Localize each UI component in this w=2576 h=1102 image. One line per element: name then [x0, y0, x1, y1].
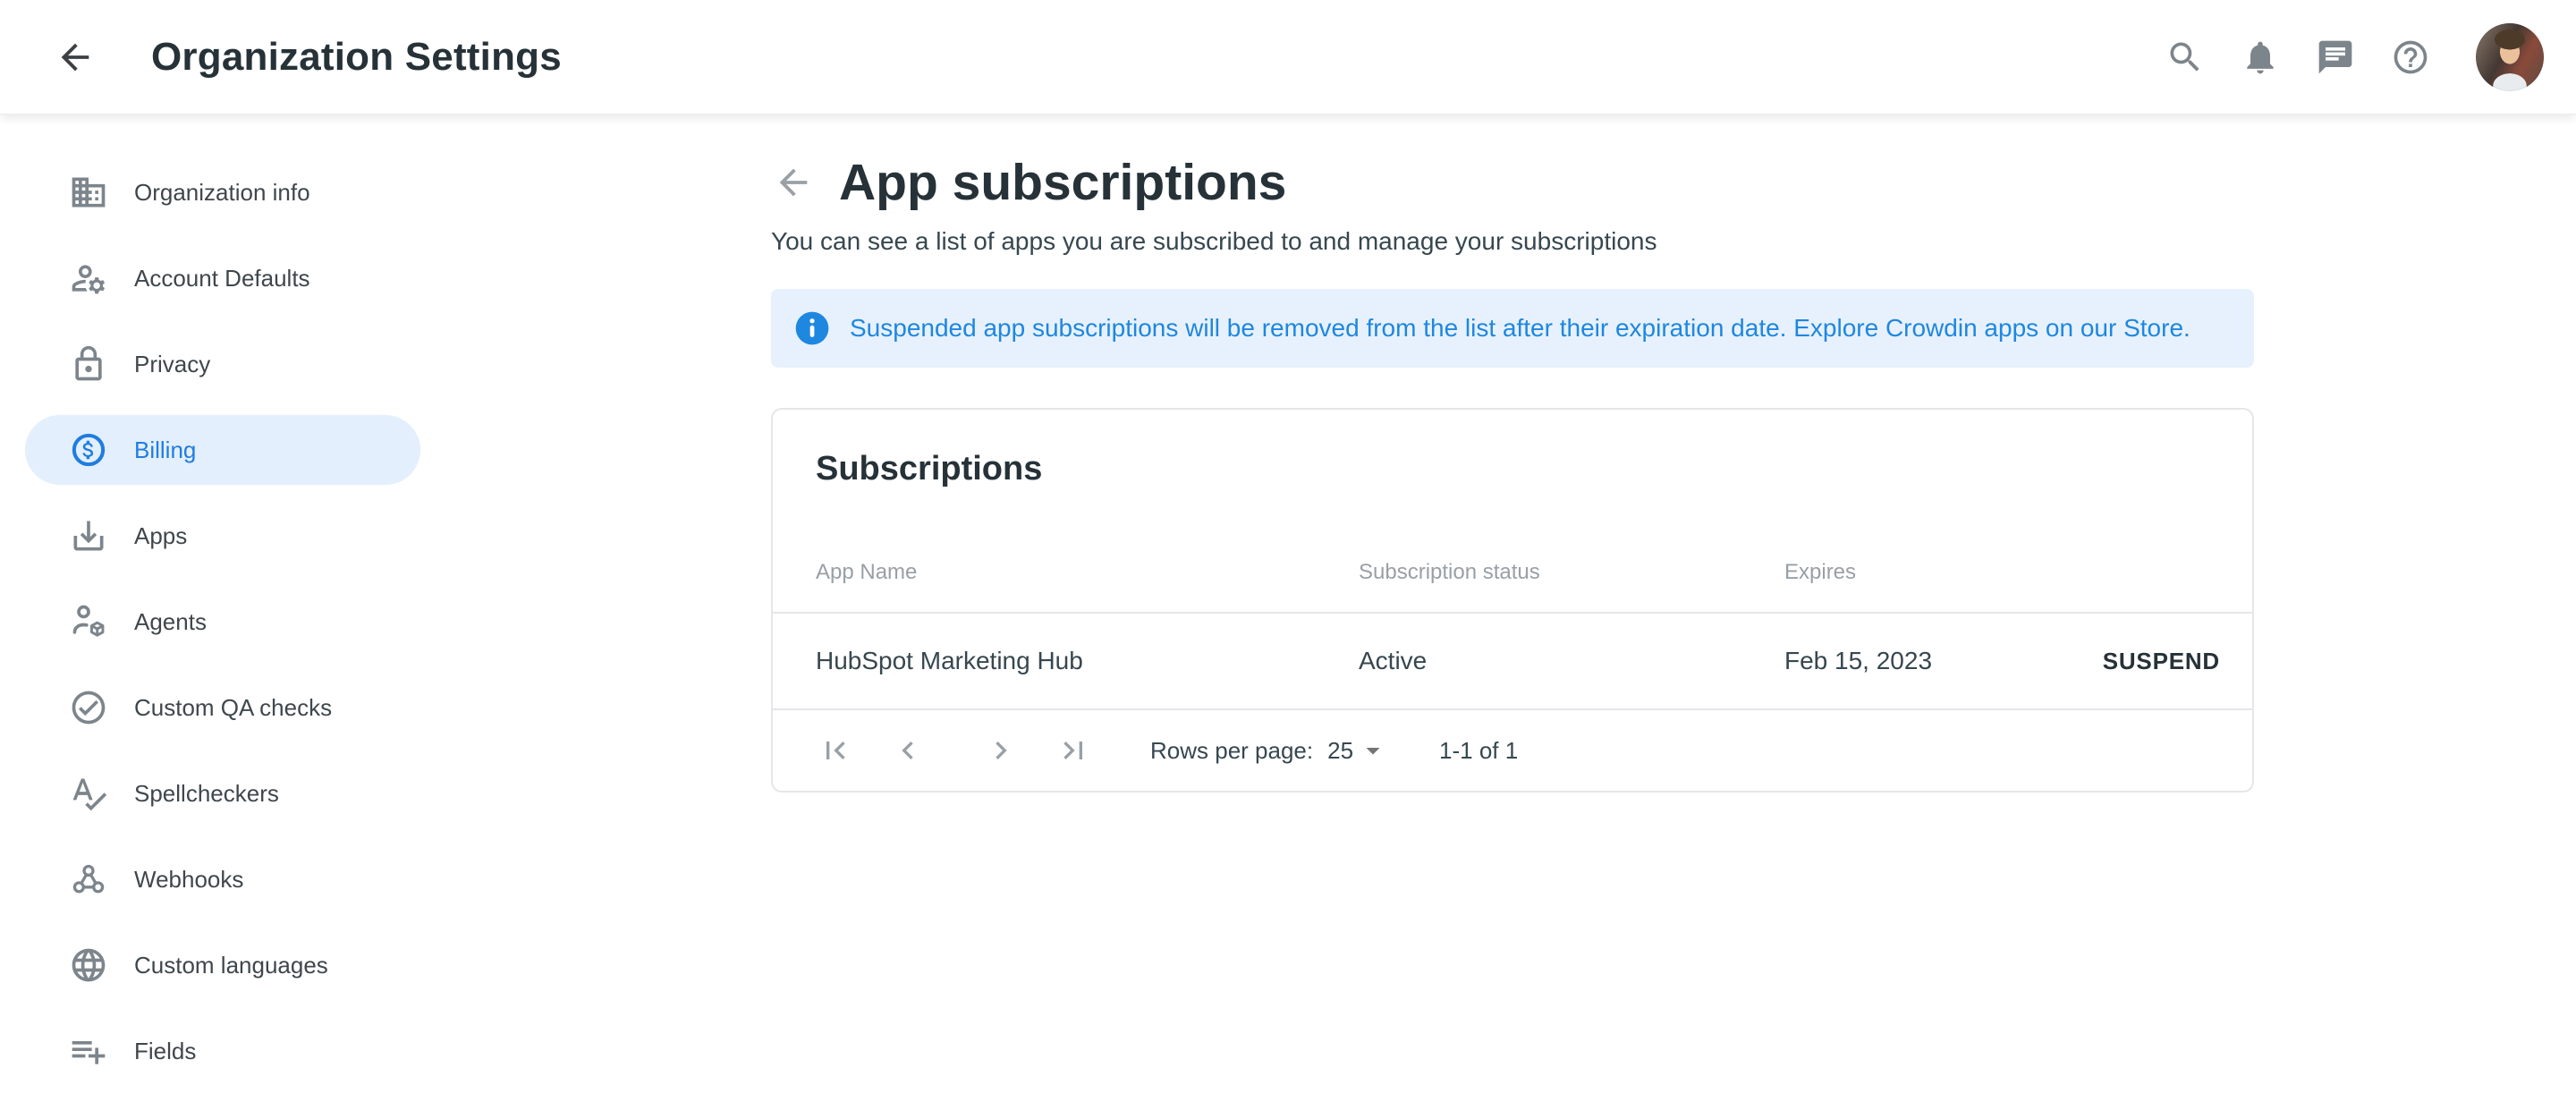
help-button[interactable] — [2390, 37, 2431, 78]
main-content: App subscriptions You can see a list of … — [771, 114, 2254, 1102]
cell-app-name: HubSpot Marketing Hub — [816, 647, 1359, 675]
back-button[interactable] — [55, 37, 96, 78]
section-header: App subscriptions — [773, 148, 2254, 216]
chevron-right-icon — [983, 733, 1019, 768]
pagination-bar: Rows per page: 25 1-1 of 1 — [773, 710, 2252, 791]
sidebar-item-organization-info[interactable]: Organization info — [25, 157, 420, 227]
info-banner: Suspended app subscriptions will be remo… — [771, 289, 2254, 368]
chat-icon — [2316, 38, 2355, 77]
sidebar-item-label: Custom languages — [134, 952, 328, 979]
content-area: Organization info Account Defaults Priva… — [0, 114, 2576, 1102]
sidebar-item-custom-languages[interactable]: Custom languages — [25, 930, 420, 1000]
banner-message[interactable]: Suspended app subscriptions will be remo… — [850, 314, 2190, 343]
sidebar-item-billing[interactable]: Billing — [25, 415, 420, 485]
person-gear-icon — [69, 259, 108, 298]
section-title: App subscriptions — [839, 148, 1286, 216]
sidebar-item-label: Custom QA checks — [134, 694, 332, 722]
help-icon — [2391, 38, 2430, 77]
search-icon — [2165, 38, 2205, 77]
user-avatar[interactable] — [2476, 23, 2544, 91]
first-page-button[interactable] — [816, 731, 855, 770]
app-bar-actions — [2165, 23, 2544, 91]
building-icon — [69, 173, 108, 212]
person-cube-icon — [69, 602, 108, 641]
sidebar-item-privacy[interactable]: Privacy — [25, 329, 420, 399]
playlist-add-icon — [69, 1031, 108, 1071]
sidebar-item-spellcheckers[interactable]: Spellcheckers — [25, 759, 420, 828]
sidebar-item-label: Account Defaults — [134, 265, 310, 292]
column-header-app-name: App Name — [816, 560, 1359, 585]
webhook-icon — [69, 860, 108, 899]
column-header-expires: Expires — [1784, 560, 2220, 585]
sidebar: Organization info Account Defaults Priva… — [0, 114, 429, 1102]
subpage-back-button[interactable] — [773, 162, 814, 203]
sidebar-item-label: Spellcheckers — [134, 780, 279, 808]
organization-settings-screen: Organization Settings Organization info — [0, 0, 2576, 1102]
table-header-row: App Name Subscription status Expires — [816, 560, 2220, 585]
sidebar-item-webhooks[interactable]: Webhooks — [25, 844, 420, 914]
section-subtitle: You can see a list of apps you are subsc… — [771, 227, 2254, 256]
suspend-button[interactable]: SUSPEND — [2103, 648, 2220, 675]
arrow-left-icon — [55, 37, 96, 78]
rows-per-page-value: 25 — [1327, 737, 1353, 765]
chevron-down-icon — [1357, 734, 1389, 767]
chevron-left-icon — [890, 733, 926, 768]
sidebar-item-label: Billing — [134, 437, 196, 464]
page-title: Organization Settings — [151, 35, 562, 80]
sidebar-item-label: Fields — [134, 1038, 196, 1065]
sidebar-item-fields[interactable]: Fields — [25, 1016, 420, 1086]
sidebar-item-label: Apps — [134, 522, 187, 550]
table-row: HubSpot Marketing Hub Active Feb 15, 202… — [773, 614, 2252, 708]
subscriptions-card: Subscriptions App Name Subscription stat… — [771, 408, 2254, 793]
download-icon — [69, 516, 108, 555]
last-page-button[interactable] — [1054, 731, 1093, 770]
cell-expires: Feb 15, 2023 — [1784, 647, 2103, 675]
globe-icon — [69, 945, 108, 985]
pagination-range: 1-1 of 1 — [1439, 737, 1518, 765]
sidebar-item-label: Webhooks — [134, 866, 243, 894]
last-page-icon — [1055, 733, 1091, 768]
info-icon — [792, 309, 832, 348]
sidebar-item-account-defaults[interactable]: Account Defaults — [25, 243, 420, 313]
rows-per-page-select[interactable]: 25 — [1327, 734, 1389, 767]
dollar-circle-icon — [69, 430, 108, 470]
search-button[interactable] — [2165, 37, 2206, 78]
arrow-left-icon — [773, 162, 814, 203]
spellcheck-icon — [69, 774, 108, 813]
next-page-button[interactable] — [981, 731, 1021, 770]
previous-page-button[interactable] — [888, 731, 928, 770]
sidebar-item-label: Organization info — [134, 179, 310, 207]
sidebar-item-agents[interactable]: Agents — [25, 587, 420, 657]
check-circle-icon — [69, 688, 108, 727]
messages-button[interactable] — [2315, 37, 2356, 78]
first-page-icon — [818, 733, 853, 768]
notifications-button[interactable] — [2240, 37, 2281, 78]
app-bar: Organization Settings — [0, 0, 2576, 114]
bell-icon — [2241, 38, 2280, 77]
rows-per-page-label: Rows per page: — [1150, 737, 1313, 765]
column-header-subscription-status: Subscription status — [1359, 560, 1784, 585]
cell-subscription-status: Active — [1359, 647, 1784, 675]
card-title: Subscriptions — [816, 449, 2209, 488]
sidebar-item-label: Privacy — [134, 351, 210, 378]
lock-icon — [69, 344, 108, 384]
sidebar-item-label: Agents — [134, 608, 207, 636]
sidebar-item-apps[interactable]: Apps — [25, 501, 420, 571]
sidebar-item-custom-qa-checks[interactable]: Custom QA checks — [25, 673, 420, 742]
